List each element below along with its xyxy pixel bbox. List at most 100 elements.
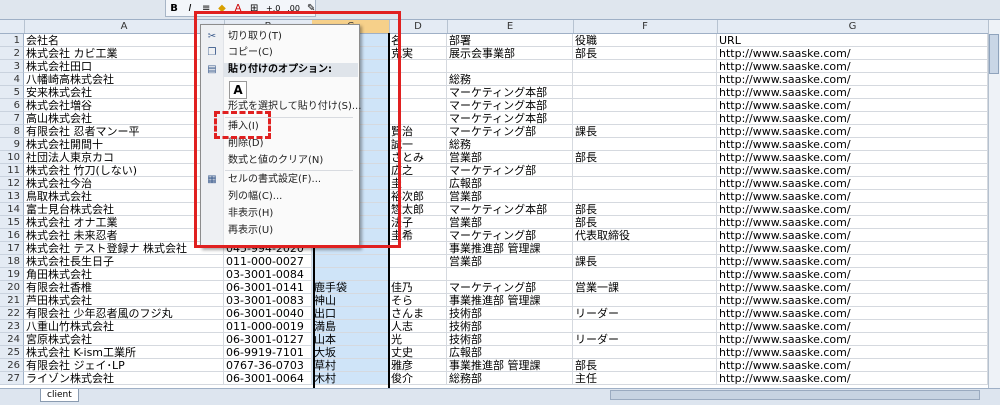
cell-d[interactable] [389,255,447,268]
cell-g[interactable]: http://www.saaske.com/ [717,346,988,359]
cell-e[interactable]: 営業部 [447,255,573,268]
bold-button[interactable]: B [170,3,178,14]
cell-b[interactable]: 03-3001-0084 [224,268,312,281]
cell-g[interactable]: http://www.saaske.com/ [717,60,988,73]
cell-f[interactable] [573,242,717,255]
cell-g[interactable]: http://www.saaske.com/ [717,242,988,255]
row-header[interactable]: 1 [0,34,24,47]
cell-a[interactable]: 八重山竹株式会社 [24,320,224,333]
menu-item-delete[interactable]: 削除(D) [228,136,264,151]
cell-d[interactable]: 広之 [389,164,447,177]
cell-d[interactable] [389,242,447,255]
cell-g[interactable]: http://www.saaske.com/ [717,177,988,190]
cell-a[interactable]: 株式会社 オナ工業 [24,216,224,229]
cell-g[interactable]: http://www.saaske.com/ [717,99,988,112]
increase-decimal-button[interactable]: +.0 [266,4,280,13]
cell-g[interactable]: http://www.saaske.com/ [717,229,988,242]
cell-g[interactable]: http://www.saaske.com/ [717,307,988,320]
cell-g[interactable]: http://www.saaske.com/ [717,320,988,333]
cell-d[interactable]: 克実 [389,47,447,60]
cell-g[interactable]: http://www.saaske.com/ [717,372,988,385]
italic-button[interactable]: I [186,3,194,14]
cell-f[interactable] [573,164,717,177]
cell-e[interactable]: 営業部 [447,151,573,164]
row-header[interactable]: 8 [0,125,24,138]
cell-e[interactable] [447,268,573,281]
cell-d[interactable]: 俊介 [389,372,447,385]
cell-e[interactable]: マーケティング本部 [447,112,573,125]
cell-e[interactable]: 広報部 [447,177,573,190]
cell-f[interactable]: 部長 [573,359,717,372]
cell-a[interactable]: 株式会社田口 [24,60,224,73]
cell-g[interactable]: http://www.saaske.com/ [717,359,988,372]
cell-g[interactable]: http://www.saaske.com/ [717,255,988,268]
cell-f[interactable] [573,86,717,99]
menu-item-paste-special[interactable]: 形式を選択して貼り付け(S)... [228,99,361,114]
cell-d[interactable]: 佳乃 [389,281,447,294]
row-header[interactable]: 24 [0,333,24,346]
menu-item-copy[interactable]: コピー(C) [228,45,273,60]
cell-d[interactable] [389,268,447,281]
cell-b[interactable]: 011-000-0027 [224,255,312,268]
cell-e[interactable]: 事業推進部 管理課 [447,242,573,255]
cell-e[interactable]: 部署 [447,34,573,47]
cell-b[interactable]: 06-3001-0127 [224,333,312,346]
cell-a[interactable]: 有限会社 ジェイ･LP [24,359,224,372]
row-header[interactable]: 6 [0,99,24,112]
row-header[interactable]: 7 [0,112,24,125]
cell-a[interactable]: 芦田株式会社 [24,294,224,307]
cell-e[interactable]: 事業推進部 管理課 [447,359,573,372]
cell-g[interactable]: http://www.saaske.com/ [717,73,988,86]
cell-g[interactable]: http://www.saaske.com/ [717,86,988,99]
cell-f[interactable]: 部長 [573,203,717,216]
cell-d[interactable]: 裕次郎 [389,190,447,203]
select-all-corner[interactable] [0,20,25,33]
menu-item-unhide[interactable]: 再表示(U) [228,223,273,238]
cell-f[interactable]: 部長 [573,216,717,229]
cell-d[interactable]: 誠一 [389,138,447,151]
cell-e[interactable]: 営業部 [447,190,573,203]
cell-f[interactable]: リーダー [573,307,717,320]
cell-e[interactable]: 技術部 [447,320,573,333]
cell-a[interactable]: 安来株式会社 [24,86,224,99]
cell-b[interactable]: 03-3001-0083 [224,294,312,307]
cell-f[interactable] [573,112,717,125]
cell-a[interactable]: 富士見台株式会社 [24,203,224,216]
row-header[interactable]: 20 [0,281,24,294]
cell-d[interactable]: 賢治 [389,125,447,138]
cell-a[interactable]: 高山株式会社 [24,112,224,125]
cell-d[interactable]: 丈史 [389,346,447,359]
cell-e[interactable]: 事業推進部 管理課 [447,294,573,307]
sheet-tab-client[interactable]: client [40,389,79,402]
cell-a[interactable]: 株式会社 カビ工業 [24,47,224,60]
cell-f[interactable] [573,294,717,307]
cell-c[interactable]: 木村 [312,372,389,385]
cell-e[interactable]: 技術部 [447,307,573,320]
cell-a[interactable]: 株式会社 未来忍者 [24,229,224,242]
cell-g[interactable]: http://www.saaske.com/ [717,333,988,346]
cell-d[interactable]: そら [389,294,447,307]
row-header[interactable]: 13 [0,190,24,203]
cell-b[interactable]: 06-9919-7101 [224,346,312,359]
cell-e[interactable]: マーケティング部 [447,164,573,177]
cell-f[interactable]: リーダー [573,333,717,346]
row-header[interactable]: 11 [0,164,24,177]
cell-e[interactable]: マーケティング部 [447,229,573,242]
cell-f[interactable]: 主任 [573,372,717,385]
row-header[interactable]: 23 [0,320,24,333]
cell-d[interactable]: 雅彦 [389,359,447,372]
cell-a[interactable]: 株式会社増谷 [24,99,224,112]
menu-item-cut[interactable]: 切り取り(T) [228,29,282,44]
vertical-scrollbar[interactable] [988,20,1000,388]
column-header-g[interactable]: G [717,20,989,33]
cell-g[interactable]: http://www.saaske.com/ [717,47,988,60]
format-painter-icon[interactable]: ✎ [307,3,315,14]
cell-a[interactable]: 鳥取株式会社 [24,190,224,203]
cell-c[interactable] [312,255,389,268]
cell-a[interactable]: 株式会社 テスト登録ナ 株式会社 [24,242,224,255]
cell-c[interactable] [312,268,389,281]
cell-c[interactable]: 神山 [312,294,389,307]
cell-e[interactable]: マーケティング部 [447,125,573,138]
fill-color-icon[interactable]: ◆ [218,3,226,14]
cell-a[interactable]: 有限会社 少年忍者風のフジ丸 [24,307,224,320]
